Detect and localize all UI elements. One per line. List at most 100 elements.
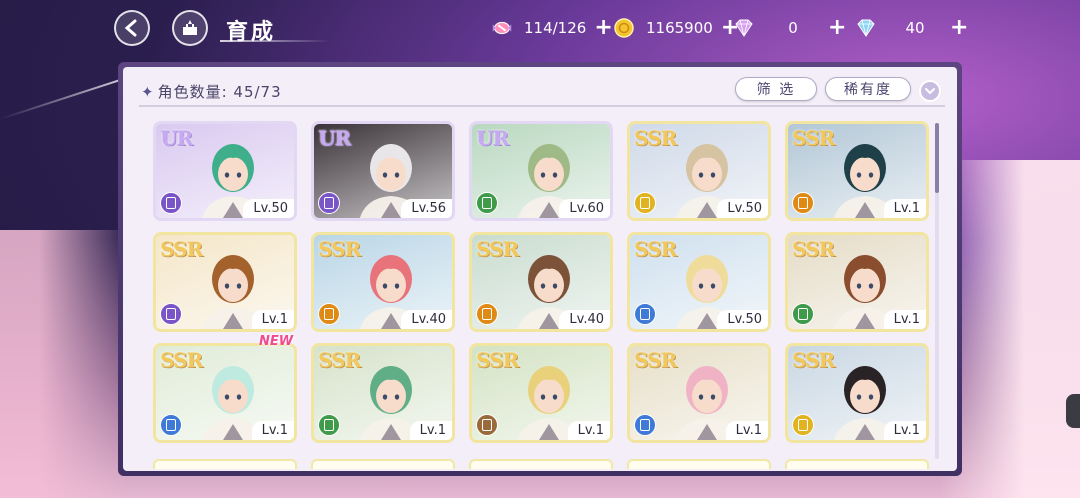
level-label: Lv.56 [401,199,452,218]
background-castle-left [0,230,130,498]
character-card[interactable]: SSR Lv.1 [469,343,613,443]
character-card[interactable]: SSR Lv.1 [785,343,929,443]
character-card[interactable]: UR Lv.60 [469,121,613,221]
level-label: Lv.1 [409,421,452,440]
attribute-icon [160,303,182,325]
attribute-icon [318,192,340,214]
next-row-card[interactable] [153,459,297,469]
level-label: Lv.40 [401,310,452,329]
next-row-card[interactable] [785,459,929,469]
level-label: Lv.1 [725,421,768,440]
title-flourish [220,40,330,42]
rarity-badge: UR [476,126,509,150]
back-button[interactable] [114,10,150,46]
rarity-badge: SSR [792,237,835,261]
level-label: Lv.50 [243,199,294,218]
attribute-glyph [482,308,492,320]
character-card[interactable]: SSR Lv.50 [627,232,771,332]
add-blue-gems-button[interactable]: + [950,17,968,39]
attribute-icon [792,414,814,436]
level-label: Lv.1 [883,421,926,440]
level-label: Lv.40 [559,310,610,329]
attribute-glyph [166,308,176,320]
next-row-card[interactable] [469,459,613,469]
rarity-badge: SSR [160,348,203,372]
back-arrow-icon [124,19,137,37]
rarity-badge: SSR [318,237,361,261]
attribute-icon [476,303,498,325]
character-card[interactable]: SSR Lv.40 [469,232,613,332]
side-drawer-handle[interactable] [1066,394,1080,428]
attribute-icon [318,414,340,436]
character-card[interactable]: SSR Lv.40 [311,232,455,332]
attribute-icon [634,414,656,436]
character-panel: ✦ 角色数量: 45/73 筛 选 稀有度 UR Lv.50 UR Lv.56 UR Lv.… [123,67,957,471]
header-divider [139,105,945,107]
attribute-glyph [324,197,334,209]
level-label: Lv.1 [251,421,294,440]
attribute-icon [476,192,498,214]
rarity-badge: SSR [476,237,519,261]
attribute-icon [634,192,656,214]
new-badge: NEW [259,334,294,349]
level-label: Lv.60 [559,199,610,218]
level-label: Lv.1 [251,310,294,329]
blue-gems-value: 40 [905,19,925,37]
attribute-icon [634,303,656,325]
attribute-glyph [166,419,176,431]
character-card[interactable]: UR Lv.50 [153,121,297,221]
level-label: Lv.1 [567,421,610,440]
castle-icon [183,20,197,35]
character-card[interactable]: SSR Lv.1 [153,343,297,443]
character-card[interactable]: SSR Lv.1 [311,343,455,443]
level-label: Lv.1 [883,310,926,329]
attribute-icon [476,414,498,436]
attribute-glyph [640,419,650,431]
attribute-glyph [798,197,808,209]
attribute-glyph [166,197,176,209]
character-card[interactable]: SSR Lv.1 [785,121,929,221]
rarity-badge: SSR [160,237,203,261]
character-card[interactable]: SSR Lv.50 [627,121,771,221]
character-count: ✦ 角色数量: 45/73 [141,81,282,102]
coin-icon [612,16,636,40]
sort-order-button[interactable] [919,80,941,102]
rarity-badge: SSR [476,348,519,372]
attribute-glyph [324,419,334,431]
attribute-glyph [798,419,808,431]
rarity-badge: UR [160,126,193,150]
rarity-sort-button[interactable]: 稀有度 [825,77,911,101]
character-card[interactable]: SSR Lv.1 [153,232,297,332]
add-pink-gems-button[interactable]: + [828,17,846,39]
attribute-glyph [640,197,650,209]
candy-icon [490,16,514,40]
next-row-card[interactable] [311,459,455,469]
stamina-value: 114/126 [524,19,587,37]
attribute-icon [318,303,340,325]
character-card[interactable]: SSR Lv.1 [627,343,771,443]
panel-header: ✦ 角色数量: 45/73 筛 选 稀有度 [123,67,957,109]
level-label: Lv.50 [717,199,768,218]
character-card[interactable]: SSR Lv.1 [785,232,929,332]
sparkle-icon: ✦ [141,83,155,101]
blue-gem-icon [854,16,878,40]
pink-gems-value: 0 [788,19,798,37]
scrollbar-thumb[interactable] [935,123,939,193]
add-stamina-button[interactable]: + [594,17,612,39]
attribute-glyph [798,308,808,320]
attribute-glyph [640,308,650,320]
resource-blue-gems: 40 + [854,14,968,42]
rarity-badge: SSR [634,126,677,150]
level-label: Lv.1 [883,199,926,218]
rarity-badge: SSR [634,237,677,261]
attribute-glyph [482,197,492,209]
filter-button[interactable]: 筛 选 [735,77,817,101]
next-row-card[interactable] [627,459,771,469]
chevron-down-icon [925,88,935,95]
character-panel-frame: ✦ 角色数量: 45/73 筛 选 稀有度 UR Lv.50 UR Lv.56 UR Lv.… [118,62,962,476]
rarity-badge: SSR [792,126,835,150]
coins-value: 1165900 [646,19,713,37]
rarity-badge: SSR [634,348,677,372]
character-card[interactable]: UR Lv.56 [311,121,455,221]
home-button[interactable] [172,10,208,46]
